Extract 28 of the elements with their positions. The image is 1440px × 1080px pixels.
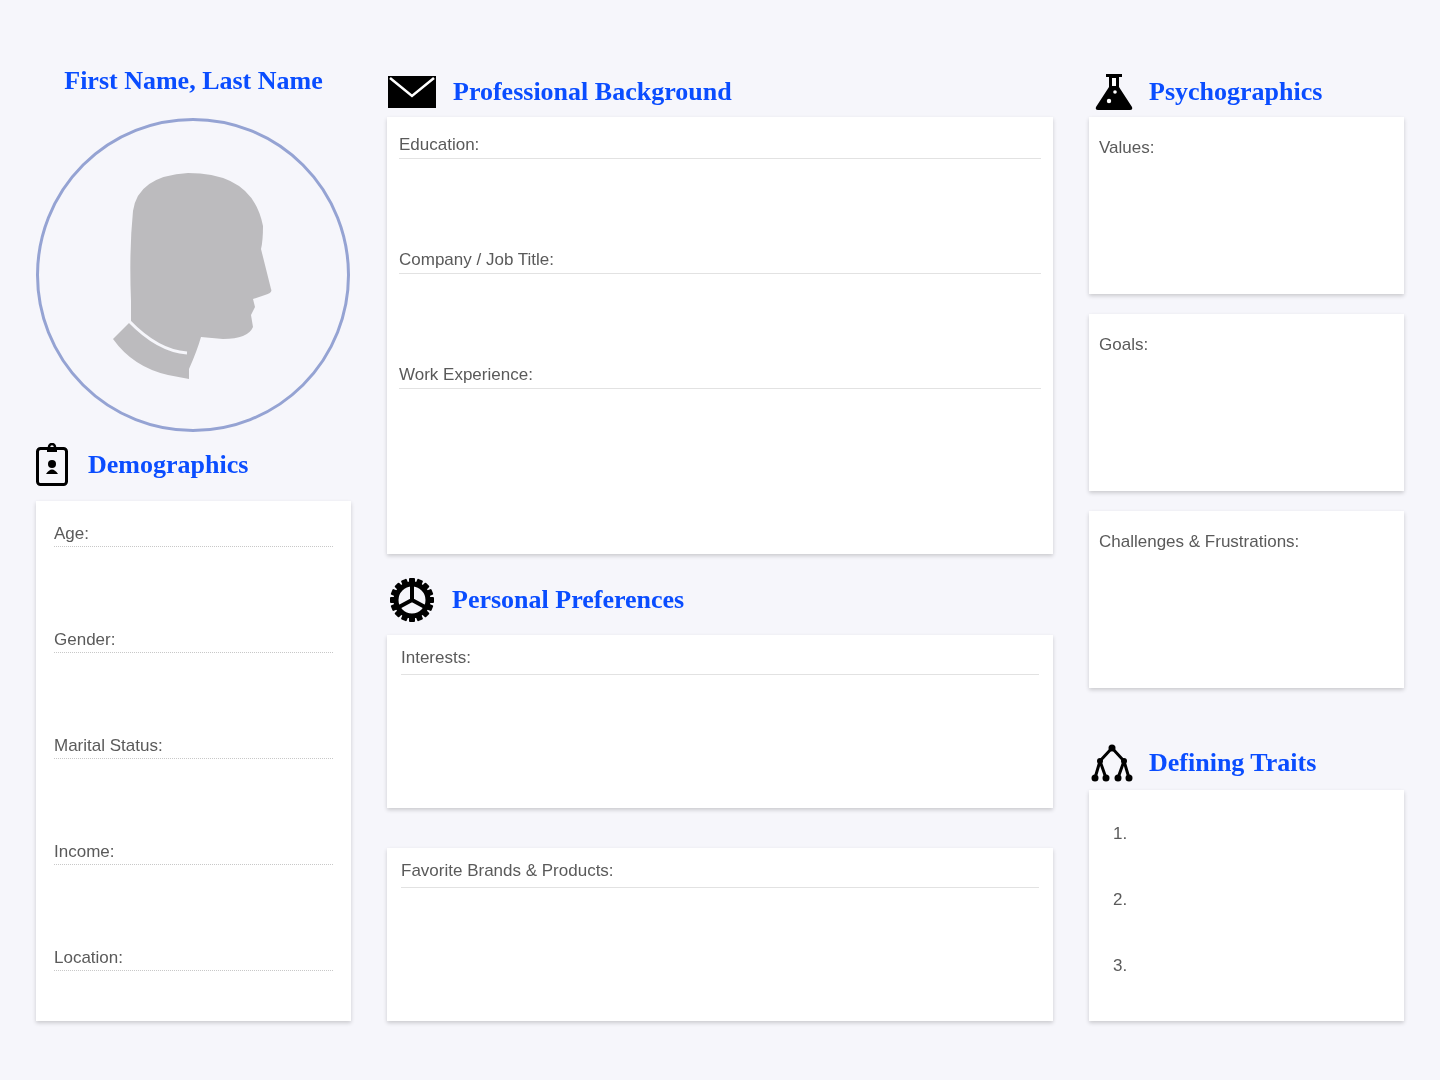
field-label: Marital Status: (54, 737, 333, 759)
list-number: 2. (1113, 891, 1129, 908)
field-label: Income: (54, 843, 333, 865)
section-heading: Professional Background (453, 79, 732, 105)
flask-icon (1095, 74, 1133, 110)
section-heading: Personal Preferences (452, 587, 685, 613)
hierarchy-icon (1091, 743, 1133, 782)
persona-name: First Name, Last Name (64, 68, 323, 94)
field-label: Location: (54, 949, 333, 971)
field-label: Company / Job Title: (399, 251, 1041, 274)
field-label: Favorite Brands & Products: (401, 862, 1039, 888)
field-label: Goals: (1099, 335, 1149, 354)
envelope-icon (388, 76, 436, 108)
field-label: Values: (1099, 138, 1155, 157)
list-number: 1. (1113, 825, 1129, 842)
section-heading: Defining Traits (1149, 749, 1317, 776)
field-label: Challenges & Frustrations: (1099, 532, 1300, 551)
field-label: Age: (54, 525, 333, 547)
field-label: Gender: (54, 631, 333, 653)
gear-icon (389, 577, 435, 623)
field-label: Interests: (401, 649, 1039, 675)
head-silhouette-icon (113, 171, 273, 379)
field-label: Education: (399, 136, 1041, 159)
field-label: Work Experience: (399, 366, 1041, 389)
section-heading: Psychographics (1149, 79, 1323, 105)
section-heading: Demographics (88, 451, 249, 478)
list-number: 3. (1113, 957, 1129, 974)
id-badge-icon (36, 443, 68, 486)
